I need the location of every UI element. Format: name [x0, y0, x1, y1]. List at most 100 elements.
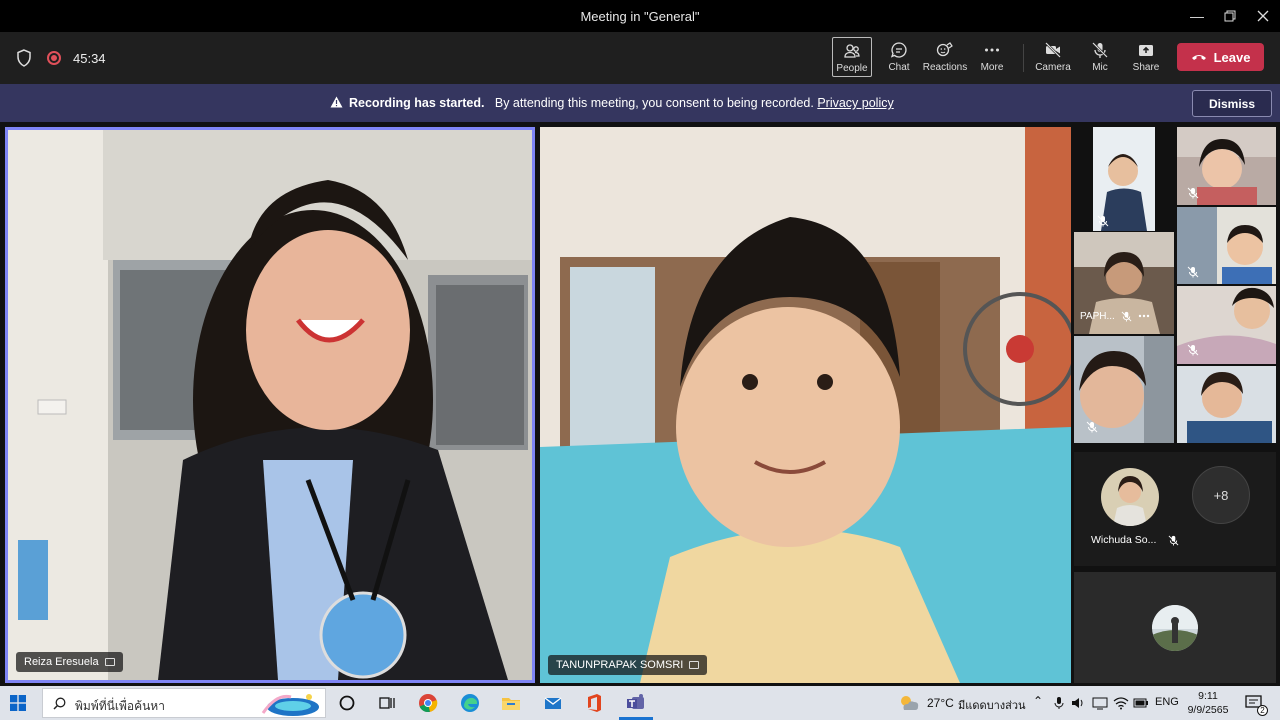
office-icon[interactable]	[584, 693, 604, 713]
participant-name: PAPH...	[1080, 310, 1115, 322]
show-hidden-icons-chevron-icon[interactable]: ⌃	[1033, 694, 1043, 708]
banner-text: By attending this meeting, you consent t…	[494, 96, 814, 110]
share-label: Share	[1132, 62, 1160, 73]
participant-name-tag: Reiza Eresuela	[16, 652, 123, 672]
leave-label: Leave	[1213, 49, 1251, 65]
share-button[interactable]: Share	[1126, 37, 1166, 77]
mic-off-icon	[1187, 266, 1199, 278]
mic-off-icon	[1168, 535, 1179, 546]
windows-start-icon[interactable]	[10, 695, 26, 711]
battery-icon[interactable]	[1133, 697, 1149, 709]
people-icon	[844, 44, 860, 58]
more-options-icon[interactable]	[1138, 314, 1150, 318]
weather-partly-sunny-icon	[901, 696, 919, 710]
more-button[interactable]: More	[972, 37, 1012, 77]
meeting-toolbar: 45:34 People Chat Reactions More Camera …	[0, 32, 1280, 84]
participant-video	[540, 127, 1071, 683]
dismiss-button[interactable]: Dismiss	[1192, 90, 1272, 117]
windows-taskbar: พิมพ์ที่นี่เพื่อค้นหา 27°C มีแดดบางส่วน …	[0, 686, 1280, 720]
people-button[interactable]: People	[832, 37, 872, 77]
mic-label: Mic	[1092, 62, 1108, 73]
participant-video	[8, 130, 532, 680]
video-stage: Reiza Eresuela TANUNPRAPAK SOMSRI PAPH..…	[0, 122, 1280, 686]
close-button[interactable]	[1246, 0, 1280, 32]
warning-icon	[330, 96, 343, 108]
gallery-tile[interactable]	[1093, 127, 1155, 231]
file-explorer-icon[interactable]	[501, 693, 521, 713]
meeting-timer: 45:34	[73, 51, 106, 66]
banner-message: Recording has started. By attending this…	[330, 96, 894, 110]
participant-video	[1177, 366, 1276, 443]
privacy-policy-link[interactable]: Privacy policy	[817, 96, 893, 110]
participant-name: Reiza Eresuela	[24, 656, 99, 668]
mic-off-icon	[1086, 421, 1098, 433]
self-view-tile[interactable]	[1074, 572, 1276, 683]
close-icon	[1257, 10, 1269, 22]
teams-icon[interactable]	[626, 693, 646, 713]
self-avatar	[1152, 605, 1198, 651]
recording-indicator-icon	[47, 51, 61, 65]
cortana-icon[interactable]	[337, 693, 357, 713]
task-view-icon[interactable]	[377, 693, 397, 713]
screen-icon	[104, 658, 115, 666]
weather-text: มีแดดบางส่วน	[958, 700, 1026, 712]
maximize-button[interactable]	[1213, 0, 1247, 32]
minimize-button[interactable]: —	[1180, 0, 1214, 32]
mic-off-icon	[1187, 344, 1199, 356]
chat-label: Chat	[888, 62, 910, 73]
meet-now-icon[interactable]	[1092, 696, 1108, 710]
chrome-icon[interactable]	[418, 693, 438, 713]
participant-name-tag: Wichuda So...	[1091, 534, 1179, 546]
mail-icon[interactable]	[543, 693, 563, 713]
reactions-label: Reactions	[922, 62, 968, 73]
gallery-tile[interactable]	[1177, 127, 1276, 205]
search-placeholder: พิมพ์ที่นี่เพื่อค้นหา	[75, 699, 165, 713]
chat-button[interactable]: Chat	[879, 37, 919, 77]
banner-title: Recording has started.	[349, 96, 485, 110]
title-bar: Meeting in "General" —	[0, 0, 1280, 32]
camera-label: Camera	[1035, 62, 1071, 73]
shield-icon[interactable]	[16, 49, 32, 67]
edge-icon[interactable]	[460, 693, 480, 713]
mic-off-icon	[1121, 311, 1132, 322]
gallery-tile[interactable]	[1074, 336, 1174, 443]
participant-name: Wichuda So...	[1091, 534, 1157, 546]
reactions-button[interactable]: Reactions	[922, 37, 968, 77]
language-indicator[interactable]: ENG	[1155, 696, 1179, 708]
clock-time: 9:11	[1198, 690, 1218, 702]
system-clock[interactable]: 9:11 9/9/2565	[1180, 689, 1236, 717]
notification-count-badge: 2	[1257, 705, 1268, 716]
restore-icon	[1224, 10, 1236, 22]
weather-temp: 27°C	[927, 696, 954, 710]
participant-name-tag: PAPH...	[1080, 306, 1150, 326]
overflow-participants-button[interactable]: +8	[1192, 466, 1250, 524]
gallery-tile[interactable]	[1177, 207, 1276, 284]
microphone-icon[interactable]	[1053, 696, 1065, 710]
people-label: People	[836, 63, 868, 74]
gallery-tile[interactable]	[1177, 286, 1276, 364]
more-label: More	[980, 62, 1004, 73]
participant-name-tag: TANUNPRAPAK SOMSRI	[548, 655, 708, 675]
participant-name: TANUNPRAPAK SOMSRI	[556, 659, 684, 671]
clock-date: 9/9/2565	[1187, 704, 1229, 716]
gallery-tile[interactable]	[1177, 366, 1276, 443]
search-highlight-icon	[261, 694, 319, 716]
more-icon	[985, 48, 999, 52]
chat-icon	[890, 42, 907, 58]
participant-tile-main-2[interactable]: TANUNPRAPAK SOMSRI	[540, 127, 1071, 683]
mic-button[interactable]: Mic	[1080, 37, 1120, 77]
hang-up-icon	[1191, 55, 1206, 60]
mic-off-icon	[1187, 187, 1199, 199]
gallery-tile[interactable]: PAPH...	[1074, 232, 1174, 334]
share-icon	[1139, 45, 1153, 56]
mic-off-icon	[1097, 215, 1109, 227]
avatar	[1101, 468, 1159, 526]
camera-button[interactable]: Camera	[1033, 37, 1073, 77]
search-icon	[53, 697, 66, 710]
volume-icon[interactable]	[1071, 696, 1085, 710]
leave-button[interactable]: Leave	[1177, 43, 1264, 71]
taskbar-search-box[interactable]: พิมพ์ที่นี่เพื่อค้นหา	[42, 688, 326, 718]
audio-participant-tile[interactable]: Wichuda So... +8	[1074, 452, 1276, 566]
wifi-icon[interactable]	[1113, 696, 1129, 710]
participant-tile-main-1[interactable]: Reiza Eresuela	[5, 127, 535, 683]
